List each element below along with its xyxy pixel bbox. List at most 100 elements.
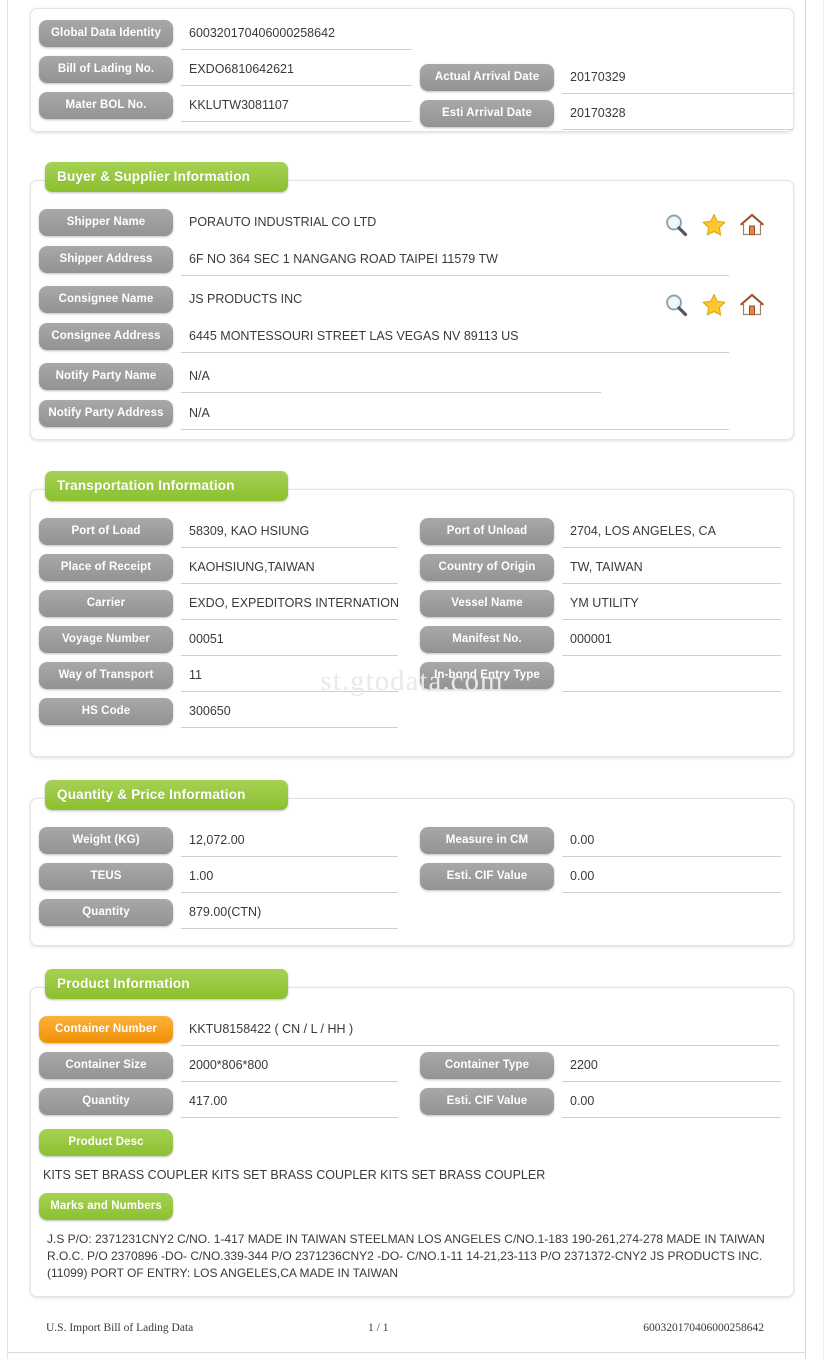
field-container-type: Container Type 2200 [412, 1052, 793, 1082]
quantity-price-section-title: Quantity & Price Information [45, 780, 288, 810]
field-label: Carrier [39, 590, 173, 617]
footer-page-indicator: 1 / 1 [368, 1322, 389, 1334]
field-value: 1.00 [181, 863, 398, 893]
field-measure-in-cm: Measure in CM 0.00 [412, 827, 793, 857]
field-value: 2704, LOS ANGELES, CA [562, 518, 781, 548]
field-value: N/A [181, 363, 601, 393]
page-left-rule [7, 0, 8, 1359]
field-label: Actual Arrival Date [420, 64, 554, 91]
field-label: Way of Transport [39, 662, 173, 689]
field-inbond-entry-type: In-bond Entry Type [412, 662, 793, 692]
field-label: Container Size [39, 1052, 173, 1079]
product-right-column: Container Type 2200 Esti. CIF Value 0.00 [412, 1052, 793, 1118]
field-value: KAOHSIUNG,TAIWAN [181, 554, 398, 584]
field-container-number: Container Number KKTU8158422 ( CN / L / … [31, 1016, 793, 1046]
product-section-title: Product Information [45, 969, 288, 999]
field-label: Bill of Lading No. [39, 56, 173, 83]
field-label: Esti. CIF Value [420, 863, 554, 890]
field-label: Vessel Name [420, 590, 554, 617]
field-value: 000001 [562, 626, 781, 656]
field-label: Country of Origin [420, 554, 554, 581]
field-value: 58309, KAO HSIUNG [181, 518, 398, 548]
field-label-container-number: Container Number [39, 1016, 173, 1043]
field-esti-cif-value: Esti. CIF Value 0.00 [412, 863, 793, 893]
field-label: Consignee Address [39, 323, 173, 350]
field-value: 879.00(CTN) [181, 899, 398, 929]
product-desc-value: KITS SET BRASS COUPLER KITS SET BRASS CO… [43, 1168, 546, 1182]
field-value: 0.00 [562, 863, 781, 893]
field-label: Notify Party Name [39, 363, 173, 390]
field-label: Voyage Number [39, 626, 173, 653]
field-country-of-origin: Country of Origin TW, TAIWAN [412, 554, 793, 584]
field-value: 300650 [181, 698, 398, 728]
field-label: Weight (KG) [39, 827, 173, 854]
field-label: Port of Unload [420, 518, 554, 545]
field-value: 0.00 [562, 1088, 781, 1118]
field-value: 2000*806*800 [181, 1052, 398, 1082]
field-label: Quantity [39, 1088, 173, 1115]
field-value: 2200 [562, 1052, 781, 1082]
field-value: 0.00 [562, 827, 781, 857]
field-label: Shipper Address [39, 246, 173, 273]
field-label: Port of Load [39, 518, 173, 545]
field-label: Mater BOL No. [39, 92, 173, 119]
page-right-rule [805, 0, 806, 1359]
field-value: N/A [181, 400, 729, 430]
quantity-price-card: Quantity & Price Information Weight (KG)… [30, 780, 794, 946]
identity-left-column: Global Data Identity 6003201704060002586… [31, 17, 412, 130]
field-value: 6445 MONTESSOURI STREET LAS VEGAS NV 891… [181, 323, 729, 353]
field-voyage-number: Voyage Number 00051 [31, 626, 412, 656]
search-icon[interactable] [663, 292, 689, 318]
field-mater-bol-no: Mater BOL No. KKLUTW3081107 [31, 92, 412, 122]
search-icon[interactable] [663, 212, 689, 238]
field-label: HS Code [39, 698, 173, 725]
consignee-action-icons [663, 292, 765, 318]
footer-identity: 600320170406000258642 [643, 1322, 764, 1334]
field-quantity: Quantity 879.00(CTN) [31, 899, 412, 929]
field-value: TW, TAIWAN [562, 554, 781, 584]
field-label: Esti. CIF Value [420, 1088, 554, 1115]
field-value [562, 662, 781, 692]
transportation-right-column: Port of Unload 2704, LOS ANGELES, CA Cou… [412, 518, 793, 728]
field-vessel-name: Vessel Name YM UTILITY [412, 590, 793, 620]
footer-title: U.S. Import Bill of Lading Data [46, 1322, 194, 1334]
field-label: In-bond Entry Type [420, 662, 554, 689]
field-label: Global Data Identity [39, 20, 173, 47]
transportation-card: Transportation Information Port of Load … [30, 471, 794, 757]
home-icon[interactable] [739, 292, 765, 318]
field-weight-kg: Weight (KG) 12,072.00 [31, 827, 412, 857]
marks-and-numbers-value: J.S P/O: 2371231CNY2 C/NO. 1-417 MADE IN… [47, 1231, 765, 1280]
field-consignee-address: Consignee Address 6445 MONTESSOURI STREE… [31, 323, 793, 353]
field-label: Quantity [39, 899, 173, 926]
field-actual-arrival-date: Actual Arrival Date 20170329 [412, 64, 793, 94]
field-product-esti-cif-value: Esti. CIF Value 0.00 [412, 1088, 793, 1118]
field-teus: TEUS 1.00 [31, 863, 412, 893]
field-value: 20170329 [562, 64, 793, 94]
field-value: 00051 [181, 626, 398, 656]
field-value: YM UTILITY [562, 590, 781, 620]
field-notify-party-address: Notify Party Address N/A [31, 400, 793, 430]
star-icon[interactable] [701, 292, 727, 318]
home-icon[interactable] [739, 212, 765, 238]
transportation-section-title: Transportation Information [45, 471, 288, 501]
field-value: 600320170406000258642 [181, 20, 412, 50]
footer-rule [8, 1352, 806, 1353]
field-manifest-no: Manifest No. 000001 [412, 626, 793, 656]
field-value: 6F NO 364 SEC 1 NANGANG ROAD TAIPEI 1157… [181, 246, 729, 276]
field-carrier: Carrier EXDO, EXPEDITORS INTERNATIONAL [31, 590, 412, 620]
field-port-of-load: Port of Load 58309, KAO HSIUNG [31, 518, 412, 548]
field-product-quantity: Quantity 417.00 [31, 1088, 412, 1118]
field-way-of-transport: Way of Transport 11 [31, 662, 412, 692]
product-desc-label: Product Desc [39, 1129, 173, 1156]
product-information-card: Product Information Container Number KKT… [30, 969, 794, 1297]
field-esti-arrival-date: Esti Arrival Date 20170328 [412, 100, 793, 130]
field-value: EXDO6810642621 [181, 56, 412, 86]
field-value: 11 [181, 662, 398, 692]
field-label: Manifest No. [420, 626, 554, 653]
field-value: 417.00 [181, 1088, 398, 1118]
quantity-right-column: Measure in CM 0.00 Esti. CIF Value 0.00 [412, 827, 793, 929]
star-icon[interactable] [701, 212, 727, 238]
field-label: Place of Receipt [39, 554, 173, 581]
field-hs-code: HS Code 300650 [31, 698, 412, 728]
quantity-left-column: Weight (KG) 12,072.00 TEUS 1.00 Quantity… [31, 827, 412, 929]
